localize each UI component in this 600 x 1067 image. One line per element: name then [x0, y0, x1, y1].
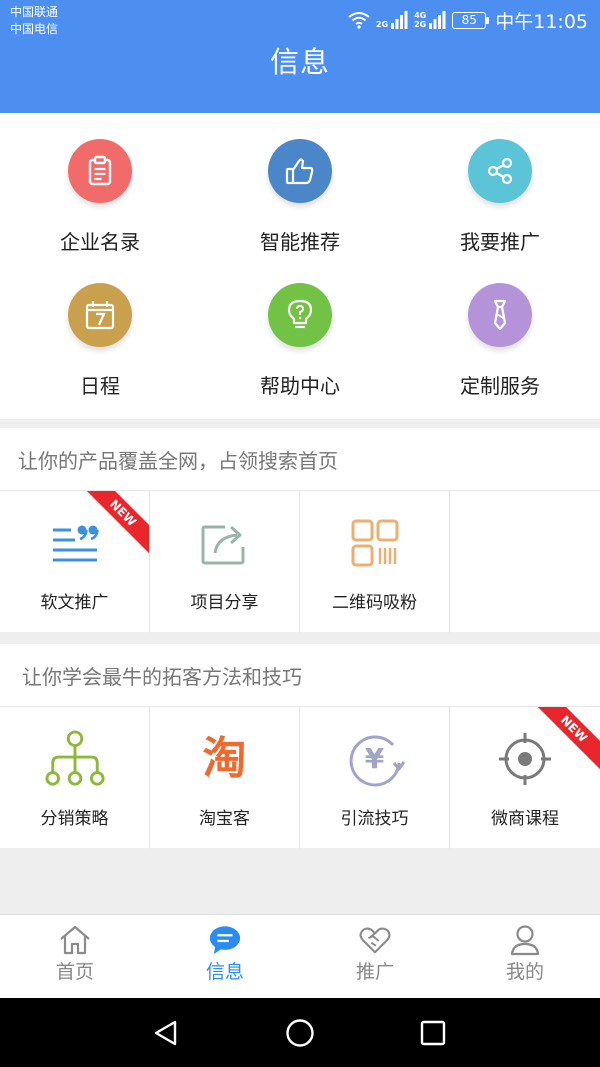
nav-label: 信息 — [205, 961, 244, 983]
nav-message[interactable]: 信息 — [150, 915, 300, 999]
user-icon — [508, 924, 542, 956]
battery-icon: 85 — [452, 11, 490, 29]
tile-label: 分销策略 — [40, 809, 109, 829]
home-icon — [58, 924, 92, 956]
calendar-icon — [68, 283, 132, 347]
section-2-tiles: 分销策略 淘 淘宝客 ¥ 引流技巧 微商课程 NEW — [0, 706, 600, 849]
status-indicators: 2G 4G 2G 85 中午11:05 — [348, 8, 588, 33]
battery-level: 85 — [452, 11, 487, 29]
tile-distribution-strategy[interactable]: 分销策略 — [0, 707, 150, 849]
tile-label: 软文推广 — [40, 593, 109, 613]
necktie-icon — [468, 283, 532, 347]
back-triangle-icon — [154, 1020, 177, 1046]
nav-label: 首页 — [55, 961, 94, 983]
home-button[interactable] — [277, 1010, 323, 1056]
carrier-1: 中国联通 — [10, 5, 59, 19]
clipboard-icon — [68, 139, 132, 203]
qr-code-icon — [345, 513, 405, 573]
share-box-icon — [195, 513, 255, 573]
carrier-2: 中国电信 — [10, 22, 59, 36]
feature-label: 帮助中心 — [260, 374, 340, 398]
signal-bars-icon — [391, 11, 408, 29]
tile-label: 项目分享 — [190, 593, 259, 613]
back-button[interactable] — [143, 1010, 189, 1056]
section-title: 让你的产品覆盖全网，占领搜索首页 — [0, 428, 600, 490]
tile-project-share[interactable]: 项目分享 — [150, 491, 300, 633]
tile-soft-article[interactable]: 软文推广 NEW — [0, 491, 150, 633]
app-header: 中国联通 中国电信 2G 4G 2G 85 中午11:05 信息 — [0, 0, 600, 113]
recents-button[interactable] — [410, 1010, 456, 1056]
network-type-2: 4G — [414, 11, 427, 20]
yuan-cycle-icon: ¥ — [345, 729, 405, 789]
recents-square-icon — [420, 1020, 446, 1046]
nav-promote[interactable]: 推广 — [300, 915, 450, 999]
nav-home[interactable]: 首页 — [0, 915, 150, 999]
home-circle-icon — [286, 1019, 314, 1047]
network-type-3: 2G — [414, 20, 427, 29]
feature-company-directory[interactable]: 企业名录 — [0, 113, 200, 257]
article-quote-icon — [45, 513, 105, 573]
feature-custom-service[interactable]: 定制服务 — [400, 257, 600, 401]
feature-label: 日程 — [80, 374, 120, 398]
section-title: 让你学会最牛的拓客方法和技巧 — [0, 644, 600, 706]
page-title: 信息 — [269, 45, 330, 79]
taobao-glyph: 淘 — [202, 733, 247, 784]
heart-handshake-icon — [358, 924, 392, 956]
tile-wechat-course[interactable]: 微商课程 NEW — [450, 707, 600, 849]
signal-1: 2G — [376, 11, 408, 29]
nav-mine[interactable]: 我的 — [450, 915, 600, 999]
signal-2: 4G 2G — [414, 11, 446, 29]
carrier-info: 中国联通 中国电信 — [10, 4, 58, 38]
distribution-tree-icon — [44, 729, 105, 789]
target-icon — [495, 729, 555, 789]
signal-bars-icon — [429, 11, 446, 29]
share-icon — [468, 139, 532, 203]
wifi-icon — [348, 12, 370, 29]
taobao-icon: 淘 — [195, 729, 255, 789]
nav-label: 推广 — [355, 961, 394, 983]
feature-label: 智能推荐 — [260, 230, 340, 254]
thumbs-up-icon — [268, 139, 332, 203]
network-type-1: 2G — [375, 20, 389, 29]
clock: 中午11:05 — [495, 10, 588, 33]
tile-taobao-ke[interactable]: 淘 淘宝客 — [150, 707, 300, 849]
system-nav-bar — [0, 998, 600, 1067]
feature-label: 定制服务 — [460, 374, 540, 398]
yuan-glyph: ¥ — [364, 742, 385, 775]
nav-label: 我的 — [505, 961, 544, 983]
tile-label: 淘宝客 — [199, 809, 250, 829]
section-1-tiles: 软文推广 NEW 项目分享 二维码吸粉 — [0, 490, 600, 633]
feature-promote[interactable]: 我要推广 — [400, 113, 600, 257]
message-icon — [208, 924, 242, 956]
feature-label: 我要推广 — [460, 230, 540, 254]
feature-grid: 企业名录 智能推荐 我要推广 日程 帮助中心 定制服务 — [0, 113, 600, 419]
tile-label: 微商课程 — [491, 809, 559, 829]
tile-qr-fans[interactable]: 二维码吸粉 — [300, 491, 450, 633]
bottom-nav: 首页 信息 推广 我的 — [0, 914, 600, 998]
lightbulb-icon — [268, 283, 332, 347]
empty-tile — [450, 491, 600, 633]
tile-label: 二维码吸粉 — [332, 593, 417, 613]
feature-label: 企业名录 — [60, 230, 140, 254]
tile-traffic-tips[interactable]: ¥ 引流技巧 — [300, 707, 450, 849]
feature-help-center[interactable]: 帮助中心 — [200, 257, 400, 401]
feature-schedule[interactable]: 日程 — [0, 257, 200, 401]
feature-smart-recommend[interactable]: 智能推荐 — [200, 113, 400, 257]
tile-label: 引流技巧 — [340, 809, 409, 829]
